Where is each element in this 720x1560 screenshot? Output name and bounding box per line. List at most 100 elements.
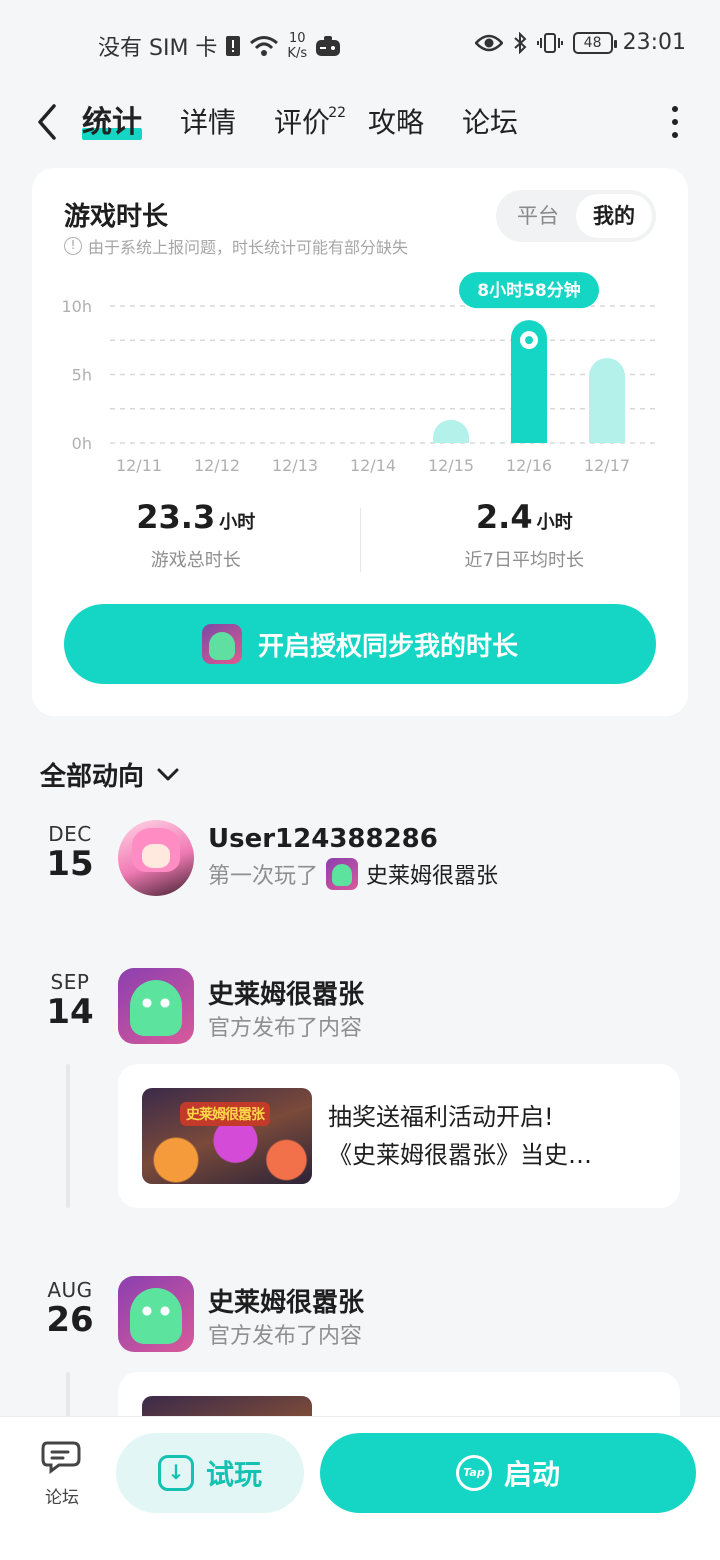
chart-xtick-label: 12/12 <box>194 456 240 475</box>
wifi-icon <box>250 36 279 56</box>
clock: 23:01 <box>622 30 686 55</box>
net-speed: 10 K/s <box>287 31 307 61</box>
eye-icon <box>474 34 503 51</box>
post-title: 抽奖送福利活动开启! 《史莱姆很嚣张》当史… <box>328 1098 648 1174</box>
playtime-chart: 10h 5h 0h 12/11 12/12 12/13 12/14 12/15 8小时58分钟 1… <box>62 272 656 475</box>
total-playtime-label: 游戏总时长 <box>150 550 241 571</box>
post-thumbnail: 史莱姆很嚣张 <box>142 1088 312 1184</box>
back-arrow-icon[interactable] <box>30 100 66 144</box>
launch-label: 启动 <box>503 1458 560 1491</box>
tab-details[interactable]: 详情 <box>180 100 236 146</box>
chart-highlight-dot-center <box>525 336 533 345</box>
bluetooth-icon <box>513 31 527 54</box>
avg-playtime-label: 近7日平均时长 <box>464 550 584 571</box>
sync-playtime-button[interactable]: 开启授权同步我的时长 <box>64 604 656 684</box>
sync-playtime-label: 开启授权同步我的时长 <box>257 631 518 662</box>
feed-post-card[interactable]: 史莱姆很嚣张 抽奖送福利活动开启! 《史莱姆很嚣张》当史… <box>118 1064 680 1208</box>
feed-date: AUG 26 <box>40 1278 100 1338</box>
feed-month: AUG <box>47 1278 93 1302</box>
feed-action-text: 第一次玩了 <box>208 864 319 889</box>
chart-ytick-label: 10h <box>62 297 93 316</box>
tap-logo-icon: Tap <box>455 1455 492 1491</box>
chart-xtick-label: 12/17 <box>584 456 630 475</box>
forum-button[interactable]: 论坛 <box>38 1439 86 1508</box>
tab-details-label: 详情 <box>180 106 237 139</box>
forum-label: 论坛 <box>45 1488 79 1508</box>
chart-tooltip-label: 8小时58分钟 <box>477 280 581 301</box>
chart-bar <box>433 419 469 443</box>
tab-stats[interactable]: 统计 <box>82 100 142 146</box>
feed-activity: 官方发布了内容 <box>208 1010 362 1042</box>
feed-activity: 第一次玩了 史莱姆很嚣张 <box>208 858 498 890</box>
game-icon <box>326 858 359 890</box>
tab-forum-label: 论坛 <box>462 106 519 139</box>
feed-filter-label: 全部动向 <box>40 762 145 792</box>
feed-date: SEP 14 <box>40 970 100 1030</box>
chart-ytick-label: 0h <box>72 434 92 453</box>
total-playtime-value: 23.3 <box>136 498 216 536</box>
chart-xtick-label: 12/11 <box>116 456 162 475</box>
chart-bar <box>589 358 625 443</box>
playtime-stats: 23.3 小时 游戏总时长 2.4 小时 近7日平均时长 <box>32 498 688 578</box>
avg-playtime-value: 2.4 <box>475 498 533 536</box>
timeline-line <box>66 1064 70 1208</box>
game-icon[interactable] <box>118 1276 194 1352</box>
tab-guides[interactable]: 攻略 <box>368 100 424 146</box>
toggle-platform[interactable]: 平台 <box>500 194 576 238</box>
launch-button[interactable]: Tap 启动 <box>320 1433 696 1513</box>
playtime-title: 游戏时长 <box>64 202 169 232</box>
feed-user-name[interactable]: User124388286 <box>208 824 438 854</box>
top-nav: 统计 详情 评价 22 攻略 论坛 <box>0 90 720 154</box>
info-icon: ! <box>64 237 82 255</box>
post-title-line-1: 抽奖送福利活动开启! <box>328 1103 554 1131</box>
total-playtime: 23.3 小时 游戏总时长 <box>32 498 360 578</box>
feed-activity: 官方发布了内容 <box>208 1318 362 1350</box>
feed-day: 15 <box>46 844 94 884</box>
feed-day: 14 <box>46 992 94 1032</box>
chart-ytick-label: 5h <box>72 366 92 385</box>
feed-game-name[interactable]: 史莱姆很嚣张 <box>366 858 498 890</box>
chart-xtick-label: 12/14 <box>350 456 396 475</box>
game-icon <box>201 624 242 664</box>
post-thumbnail-logo: 史莱姆很嚣张 <box>180 1102 270 1126</box>
trial-play-label: 试玩 <box>205 1458 262 1491</box>
tab-reviews[interactable]: 评价 22 <box>274 100 346 146</box>
avg-playtime: 2.4 小时 近7日平均时长 <box>361 498 689 578</box>
chart-xtick-label: 12/15 <box>428 456 474 475</box>
vibrate-icon <box>536 32 563 53</box>
tab-guides-label: 攻略 <box>368 106 425 139</box>
total-playtime-unit: 小时 <box>219 512 256 533</box>
trial-play-button[interactable]: 试玩 <box>116 1433 304 1513</box>
avg-playtime-unit: 小时 <box>536 512 573 533</box>
more-menu-icon[interactable] <box>670 106 680 138</box>
feed-game-title[interactable]: 史莱姆很嚣张 <box>208 1282 364 1319</box>
bottom-action-bar: 论坛 试玩 Tap 启动 <box>0 1416 720 1560</box>
feed-day: 26 <box>46 1300 94 1340</box>
download-icon <box>157 1455 194 1491</box>
playtime-note-text: 由于系统上报问题，时长统计可能有部分缺失 <box>88 238 409 257</box>
tab-reviews-label: 评价 <box>274 106 331 139</box>
game-icon[interactable] <box>118 968 194 1044</box>
playtime-note: ! 由于系统上报问题，时长统计可能有部分缺失 <box>64 234 408 258</box>
post-title-line-2: 《史莱姆很嚣张》当史… <box>328 1141 592 1169</box>
toggle-mine[interactable]: 我的 <box>576 194 652 238</box>
carrier-text: 没有 SIM 卡 <box>98 36 218 61</box>
battery-icon: 48 <box>572 31 617 54</box>
feed-game-title[interactable]: 史莱姆很嚣张 <box>208 974 364 1011</box>
feed-month: DEC <box>48 822 92 846</box>
reviews-count-badge: 22 <box>328 105 347 121</box>
feed-filter-dropdown[interactable]: 全部动向 <box>40 756 180 793</box>
user-avatar[interactable] <box>118 820 194 896</box>
status-bar: 没有 SIM 卡 10 K/s 48 23:01 <box>0 0 720 90</box>
tab-forum[interactable]: 论坛 <box>462 100 518 146</box>
net-speed-unit: K/s <box>287 46 308 61</box>
feed-date: DEC 15 <box>40 822 100 882</box>
feed-action-text: 官方发布了内容 <box>208 1324 363 1349</box>
feed-month: SEP <box>50 970 90 994</box>
chart-xtick-label: 12/16 <box>506 456 552 475</box>
chevron-down-icon <box>157 768 179 780</box>
chat-bubble-icon <box>41 1441 81 1474</box>
net-speed-value: 10 <box>288 31 306 46</box>
feed-action-text: 官方发布了内容 <box>208 1016 363 1041</box>
chart-xtick-label: 12/13 <box>272 456 318 475</box>
